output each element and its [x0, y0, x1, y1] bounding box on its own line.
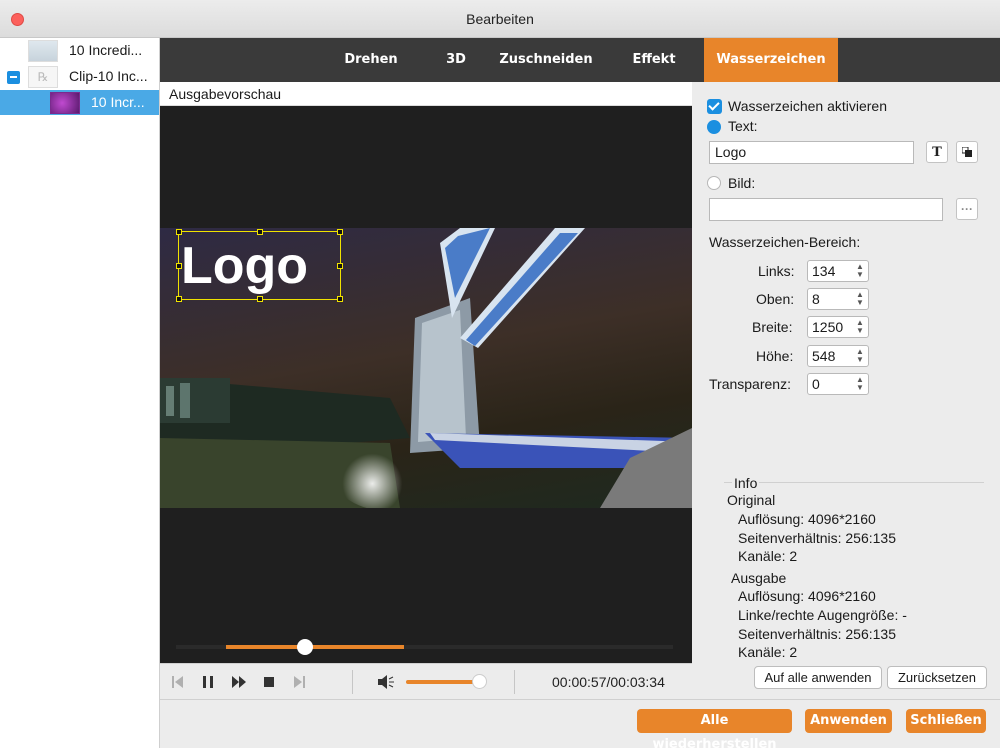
clip-placeholder-icon: ℞: [28, 66, 58, 88]
stepper-arrows-icon[interactable]: ▲ ▼: [855, 319, 865, 335]
divider: [352, 670, 353, 694]
sidebar-item-selected-clip[interactable]: 10 Incr...: [0, 90, 159, 115]
tab-3d[interactable]: 3D: [428, 38, 484, 82]
stepper-arrows-icon[interactable]: ▲ ▼: [855, 263, 865, 279]
timeline-progress: [226, 645, 404, 649]
stepper-arrows-icon[interactable]: ▲ ▼: [855, 291, 865, 307]
tab-wasserzeichen[interactable]: Wasserzeichen: [704, 38, 838, 82]
resize-handle[interactable]: [257, 296, 263, 302]
pause-icon[interactable]: [198, 672, 218, 692]
width-label: Breite:: [752, 319, 793, 335]
original-resolution: Auflösung: 4096*2160: [738, 511, 876, 527]
top-label: Oben:: [756, 291, 795, 307]
watermark-text: Logo: [181, 237, 309, 295]
height-spinner[interactable]: 548 ▲ ▼: [807, 345, 869, 367]
original-channels: Kanäle: 2: [738, 548, 798, 564]
height-label: Höhe:: [756, 348, 794, 364]
resize-handle[interactable]: [337, 263, 343, 269]
watermark-selection-box[interactable]: Logo: [176, 229, 343, 302]
timeline-scrubber[interactable]: [297, 639, 313, 655]
sidebar-item-clip[interactable]: ℞ Clip-10 Inc...: [0, 64, 159, 89]
resize-handle[interactable]: [176, 296, 182, 302]
divider: [514, 670, 515, 694]
preview-label: Ausgabevorschau: [160, 82, 692, 106]
reset-button[interactable]: Zurücksetzen: [887, 666, 987, 689]
volume-slider-knob[interactable]: [472, 674, 487, 689]
playback-time: 00:00:57/00:03:34: [552, 674, 665, 690]
watermark-image-path-input[interactable]: [709, 198, 943, 221]
volume-slider-track[interactable]: [406, 680, 480, 684]
watermark-area-heading: Wasserzeichen-Bereich:: [709, 234, 861, 250]
watermark-settings-panel: Wasserzeichen aktivieren Text: Logo T Bi…: [692, 82, 1000, 699]
text-radio-label: Text:: [728, 118, 758, 134]
stop-icon[interactable]: [259, 672, 279, 692]
title-bar: Bearbeiten: [0, 0, 1000, 38]
output-heading: Ausgabe: [731, 570, 787, 586]
close-button[interactable]: Schließen: [906, 709, 986, 733]
copy-icon: [962, 147, 972, 157]
height-value: 548: [812, 348, 836, 364]
info-divider: [724, 482, 984, 483]
fast-forward-icon[interactable]: [229, 672, 249, 692]
output-aspect-ratio: Seitenverhältnis: 256:135: [738, 626, 896, 642]
info-heading: Info: [732, 475, 760, 491]
tab-drehen[interactable]: Drehen: [330, 38, 412, 82]
watermark-text-input[interactable]: Logo: [709, 141, 914, 164]
text-radio[interactable]: [707, 120, 721, 134]
clip-thumbnail: [50, 92, 80, 114]
resize-handle[interactable]: [176, 263, 182, 269]
stepper-arrows-icon[interactable]: ▲ ▼: [855, 348, 865, 364]
tab-effekt[interactable]: Effekt: [620, 38, 688, 82]
original-aspect-ratio: Seitenverhältnis: 256:135: [738, 530, 896, 546]
browse-image-button[interactable]: ···: [956, 198, 978, 220]
sidebar-item-label: 10 Incredi...: [69, 42, 143, 58]
sidebar-item-video[interactable]: 10 Incredi...: [0, 38, 159, 63]
apply-button[interactable]: Anwenden: [805, 709, 892, 733]
playback-controls: 00:00:57/00:03:34: [160, 663, 692, 699]
stepper-arrows-icon[interactable]: ▲ ▼: [855, 376, 865, 392]
top-spinner[interactable]: 8 ▲ ▼: [807, 288, 869, 310]
text-format-icon: T: [932, 144, 942, 160]
output-channels: Kanäle: 2: [738, 644, 798, 660]
output-eye-size: Linke/rechte Augengröße: -: [738, 607, 907, 623]
output-resolution: Auflösung: 4096*2160: [738, 588, 876, 604]
resize-handle[interactable]: [176, 229, 182, 235]
edit-tab-bar: Drehen 3D Zuschneiden Effekt Wasserzeich…: [160, 38, 1000, 82]
font-settings-button[interactable]: T: [926, 141, 948, 163]
transparency-spinner[interactable]: 0 ▲ ▼: [807, 373, 869, 395]
video-thumbnail: [28, 40, 58, 62]
image-radio-label: Bild:: [728, 175, 756, 191]
apply-to-all-button[interactable]: Auf alle anwenden: [754, 666, 882, 689]
image-radio[interactable]: [707, 176, 721, 190]
window-title: Bearbeiten: [466, 11, 534, 27]
resize-handle[interactable]: [257, 229, 263, 235]
sidebar-item-label: Clip-10 Inc...: [69, 68, 148, 84]
ellipsis-icon: ···: [961, 202, 973, 216]
skip-forward-icon[interactable]: [289, 672, 309, 692]
left-label: Links:: [758, 263, 795, 279]
collapse-toggle[interactable]: [7, 71, 20, 84]
width-value: 1250: [812, 319, 844, 335]
output-preview: Logo: [160, 106, 692, 663]
transparency-value: 0: [812, 376, 820, 392]
tab-zuschneiden[interactable]: Zuschneiden: [496, 38, 596, 82]
sidebar-item-label: 10 Incr...: [91, 94, 145, 110]
transparency-label: Transparenz:: [709, 376, 791, 392]
clip-sidebar: 10 Incredi... ℞ Clip-10 Inc... 10 Incr..…: [0, 38, 160, 748]
resize-handle[interactable]: [337, 229, 343, 235]
width-spinner[interactable]: 1250 ▲ ▼: [807, 316, 869, 338]
restore-all-button[interactable]: Alle wiederherstellen: [637, 709, 792, 748]
color-settings-button[interactable]: [956, 141, 978, 163]
original-heading: Original: [727, 492, 776, 508]
left-value: 134: [812, 263, 836, 279]
volume-icon[interactable]: [376, 672, 396, 692]
enable-watermark-label: Wasserzeichen aktivieren: [728, 98, 887, 114]
skip-back-icon[interactable]: [168, 672, 188, 692]
enable-watermark-checkbox[interactable]: [707, 99, 722, 114]
left-spinner[interactable]: 134 ▲ ▼: [807, 260, 869, 282]
resize-handle[interactable]: [337, 296, 343, 302]
top-value: 8: [812, 291, 820, 307]
